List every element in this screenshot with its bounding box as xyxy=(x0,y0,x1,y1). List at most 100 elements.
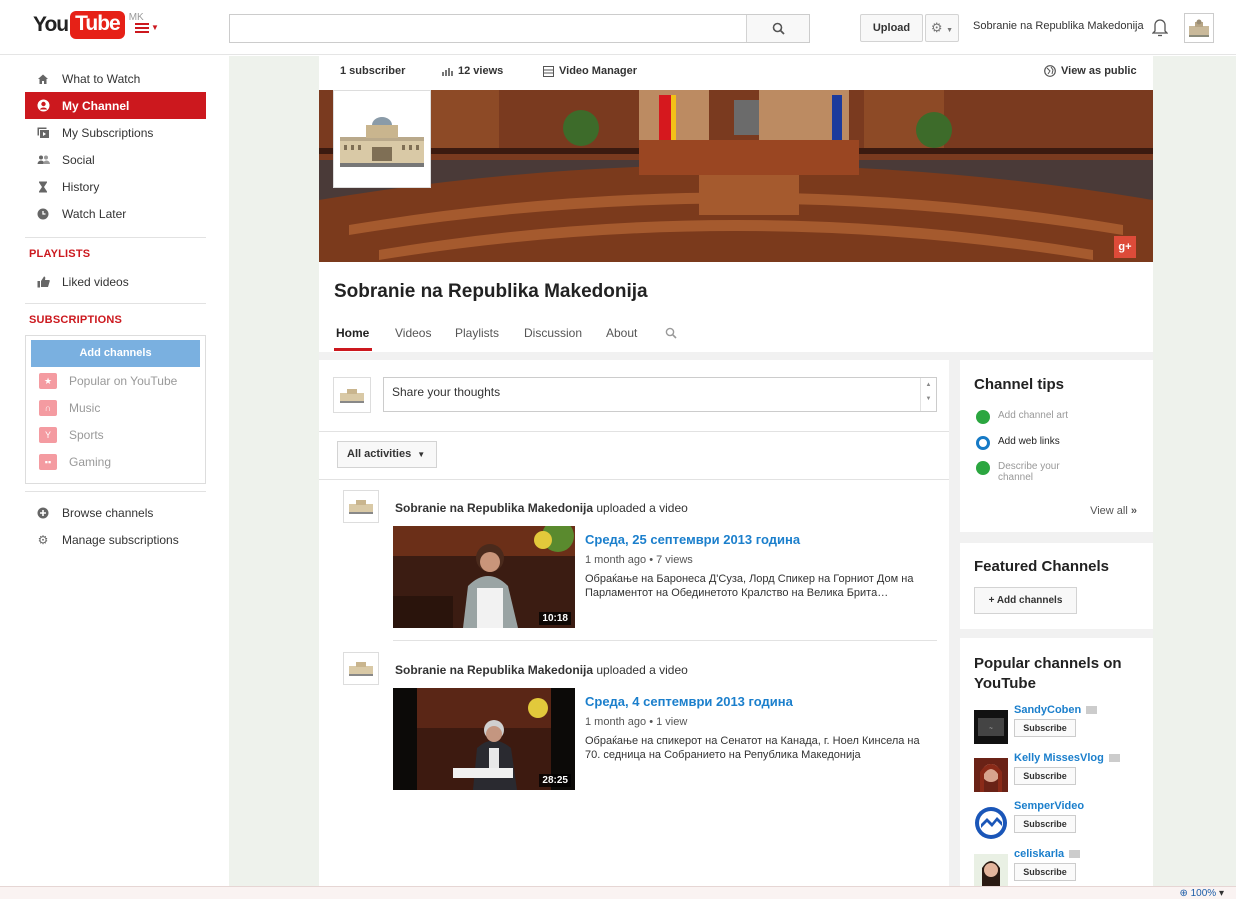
guide-item-history[interactable]: History xyxy=(25,173,206,200)
channel-title: Sobranie na Republika Makedonija xyxy=(334,281,648,302)
activity-feed: Share your thoughts ▲ ▼ All activities ▼ S… xyxy=(319,360,949,886)
youtube-logo[interactable]: You Tube MK xyxy=(33,11,144,39)
add-channels-button[interactable]: Add channels xyxy=(31,340,200,367)
chevron-down-icon: ▼ xyxy=(151,23,159,32)
tab-home[interactable]: Home xyxy=(336,326,369,340)
subscribe-button[interactable]: Subscribe xyxy=(1014,815,1076,833)
activity-actor[interactable]: Sobranie na Republika Makedonija xyxy=(395,501,593,515)
zoom-icon: ⊕ xyxy=(1179,888,1188,899)
zoom-control[interactable]: ⊕ 100% ▾ xyxy=(1179,887,1224,899)
guide-item-liked-videos[interactable]: Liked videos xyxy=(25,268,206,295)
view-as-public-label: View as public xyxy=(1061,65,1137,77)
view-as-public-link[interactable]: View as public xyxy=(1044,65,1137,77)
video-thumbnail[interactable]: 28:25 xyxy=(393,688,575,790)
empty-circle-icon xyxy=(976,436,990,450)
upload-button[interactable]: Upload xyxy=(860,14,923,42)
tip-add-web-links[interactable]: Add web links xyxy=(976,436,1060,450)
tab-about[interactable]: About xyxy=(606,326,637,340)
gamepad-icon: ▪▪ xyxy=(39,454,57,470)
subscribe-button[interactable]: Subscribe xyxy=(1014,863,1076,881)
activity-filter-dropdown[interactable]: All activities ▼ xyxy=(337,441,437,468)
video-manager-link[interactable]: Video Manager xyxy=(543,65,637,77)
channel-avatar[interactable] xyxy=(333,90,431,188)
video-age: 1 month ago xyxy=(585,554,647,566)
share-thoughts-input[interactable]: Share your thoughts ▲ ▼ xyxy=(383,377,937,412)
tab-playlists[interactable]: Playlists xyxy=(455,326,499,340)
popular-channels-card: Popular channels on YouTube ~ SandyCoben… xyxy=(960,638,1153,888)
sub-item-music[interactable]: ∩ Music xyxy=(39,398,100,418)
channel-tips-card: Channel tips Add channel art Add web lin… xyxy=(960,360,1153,532)
account-name[interactable]: Sobranie na Republika Makedonija xyxy=(973,20,1144,32)
popular-channel-name[interactable]: SemperVideo xyxy=(1014,800,1084,812)
view-all-link[interactable]: View all » xyxy=(1090,505,1137,517)
tab-discussion[interactable]: Discussion xyxy=(524,326,582,340)
guide-item-my-subscriptions[interactable]: My Subscriptions xyxy=(25,119,206,146)
textarea-scrollbar[interactable]: ▲ ▼ xyxy=(920,378,936,411)
subscriptions-heading[interactable]: SUBSCRIPTIONS xyxy=(29,314,122,326)
video-views: 1 view xyxy=(656,716,688,728)
svg-text:~: ~ xyxy=(989,726,993,732)
channel-name-label: SandyCoben xyxy=(1014,704,1082,716)
chevron-down-icon: ▼ xyxy=(946,27,954,34)
activity-avatar[interactable] xyxy=(343,490,379,523)
channel-thumbnail[interactable]: ~ xyxy=(974,710,1008,744)
tip-add-channel-art[interactable]: Add channel art xyxy=(976,410,1068,424)
bar-chart-icon xyxy=(442,67,453,76)
search-button[interactable] xyxy=(746,15,809,42)
channel-thumbnail[interactable] xyxy=(974,806,1008,840)
video-thumbnail[interactable]: 10:18 xyxy=(393,526,575,628)
google-plus-icon[interactable]: g+ xyxy=(1114,236,1136,258)
popular-channel-name[interactable]: SandyCoben xyxy=(1014,704,1098,716)
channel-search-icon[interactable] xyxy=(665,327,677,342)
guide-item-manage-subscriptions[interactable]: ⚙ Manage subscriptions xyxy=(25,526,206,553)
channel-thumbnail[interactable] xyxy=(974,758,1008,792)
settings-button[interactable]: ⚙ ▼ xyxy=(925,14,959,42)
guide-item-label: My Channel xyxy=(62,98,130,113)
tip-label: Add web links xyxy=(998,436,1060,447)
masthead: You Tube MK ▼ Upload ⚙ ▼ Sobranie na Rep… xyxy=(0,0,1236,55)
guide-divider xyxy=(25,491,206,492)
subscribe-button[interactable]: Subscribe xyxy=(1014,719,1076,737)
feed-divider xyxy=(319,431,949,432)
video-description: Обраќање на спикерот на Сенатот на Канад… xyxy=(585,735,920,761)
logo-you: You xyxy=(33,13,69,36)
video-title-link[interactable]: Среда, 4 септември 2013 година xyxy=(585,694,793,709)
subscribe-button[interactable]: Subscribe xyxy=(1014,767,1076,785)
tab-videos[interactable]: Videos xyxy=(395,326,431,340)
guide-item-my-channel[interactable]: My Channel xyxy=(25,92,206,119)
logo-tube: Tube xyxy=(70,11,125,39)
hourglass-icon xyxy=(36,180,50,194)
search-form xyxy=(229,14,810,43)
playlists-heading[interactable]: PLAYLISTS xyxy=(29,248,90,260)
account-avatar[interactable] xyxy=(1184,13,1214,43)
guide-divider xyxy=(25,237,206,238)
guide-item-social[interactable]: Social xyxy=(25,146,206,173)
tip-describe-channel[interactable]: Describe your channel xyxy=(976,461,1086,483)
activity-actor[interactable]: Sobranie na Republika Makedonija xyxy=(395,663,593,677)
popular-channel-name[interactable]: Kelly MissesVlog xyxy=(1014,752,1120,764)
subscriber-count: 1 subscriber xyxy=(340,65,406,77)
guide-divider xyxy=(25,303,206,304)
activity-item: Sobranie na Republika Makedonija uploade… xyxy=(319,642,949,792)
sub-item-sports[interactable]: Y Sports xyxy=(39,425,104,445)
guide-menu-button[interactable]: ▼ xyxy=(135,19,161,37)
headphones-icon: ∩ xyxy=(39,400,57,416)
video-title-link[interactable]: Среда, 25 септември 2013 година xyxy=(585,532,800,547)
add-featured-channels-button[interactable]: + Add channels xyxy=(974,587,1077,614)
guide-item-label: Liked videos xyxy=(62,274,129,289)
notifications-bell-icon[interactable] xyxy=(1151,17,1169,37)
channel-name-label: celiskarla xyxy=(1014,848,1065,860)
tip-label: Add channel art xyxy=(998,410,1069,421)
guide-item-watch-later[interactable]: Watch Later xyxy=(25,200,206,227)
popular-channels-title: Popular channels on YouTube xyxy=(974,655,1122,692)
activity-avatar[interactable] xyxy=(343,652,379,685)
guide-item-what-to-watch[interactable]: What to Watch xyxy=(25,65,206,92)
guide-item-browse-channels[interactable]: Browse channels xyxy=(25,499,206,526)
search-input[interactable] xyxy=(230,15,746,42)
sub-item-gaming[interactable]: ▪▪ Gaming xyxy=(39,452,111,472)
trophy-icon: Y xyxy=(39,427,57,443)
channel-thumbnail[interactable] xyxy=(974,854,1008,888)
popular-channel-name[interactable]: celiskarla xyxy=(1014,848,1081,860)
chevron-down-icon: ▾ xyxy=(1218,888,1224,899)
sub-item-popular-on-youtube[interactable]: ★ Popular on YouTube xyxy=(39,371,177,391)
